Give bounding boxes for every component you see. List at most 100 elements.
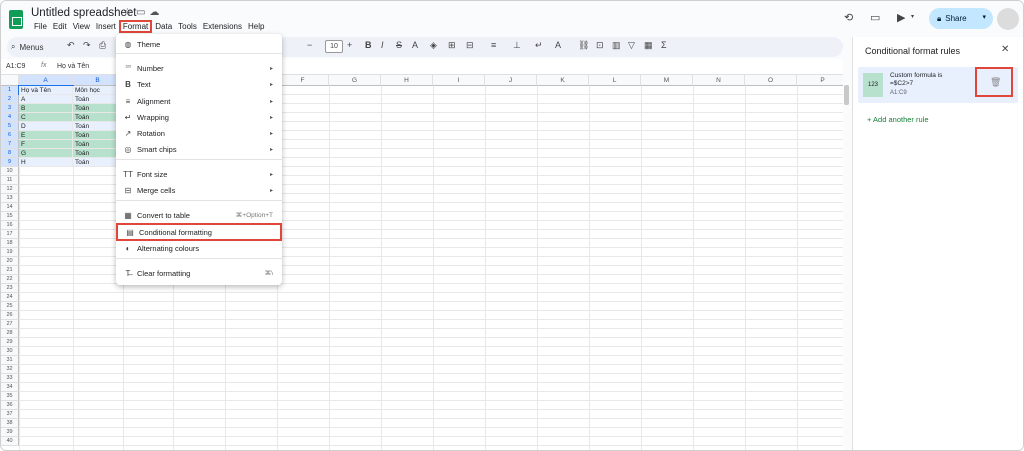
column-header-h[interactable]: H [381,75,433,86]
select-all-corner[interactable] [1,75,19,86]
share-dropdown-icon[interactable]: ▾ [982,13,986,21]
font-size-input[interactable]: 10 [325,40,343,53]
row-header-9[interactable]: 9 [1,158,19,167]
row-header-30[interactable]: 30 [1,347,19,356]
column-header-i[interactable]: I [433,75,485,86]
column-header-l[interactable]: L [589,75,641,86]
row-header-8[interactable]: 8 [1,149,19,158]
undo-icon[interactable]: ↶ [67,40,75,51]
row-header-11[interactable]: 11 [1,176,19,185]
fill-color-icon[interactable]: ◈ [430,40,437,51]
comment-icon[interactable]: ▭ [870,11,880,24]
menu-item-merge-cells[interactable]: ⊟ Merge cells ▸ [116,183,282,197]
strikethrough-icon[interactable]: S [396,40,402,50]
avatar[interactable] [997,8,1019,30]
row-header-26[interactable]: 26 [1,311,19,320]
row-header-36[interactable]: 36 [1,401,19,410]
cell-a1[interactable]: Họ và Tên [18,85,74,96]
column-header-f[interactable]: F [277,75,329,86]
column-header-g[interactable]: G [329,75,381,86]
column-header-k[interactable]: K [537,75,589,86]
column-header-o[interactable]: O [745,75,797,86]
row-header-17[interactable]: 17 [1,230,19,239]
text-rotation-icon[interactable]: A [555,40,561,50]
meet-dropdown-icon[interactable]: ▾ [911,13,914,20]
column-header-n[interactable]: N [693,75,745,86]
row-header-18[interactable]: 18 [1,239,19,248]
row-header-40[interactable]: 40 [1,437,19,446]
menu-item-alternating-colours[interactable]: ◐ Alternating colours [116,241,282,255]
column-header-a[interactable]: A [19,75,73,86]
row-header-37[interactable]: 37 [1,410,19,419]
row-header-5[interactable]: 5 [1,122,19,131]
borders-icon[interactable]: ⊞ [448,40,456,51]
cell-a7[interactable]: F [19,140,73,149]
row-header-19[interactable]: 19 [1,248,19,257]
menu-item-theme[interactable]: ◍ Theme [116,37,282,51]
row-header-15[interactable]: 15 [1,212,19,221]
merge-cells-icon[interactable]: ⊟ [466,40,474,51]
row-header-39[interactable]: 39 [1,428,19,437]
row-header-38[interactable]: 38 [1,419,19,428]
name-box[interactable]: A1:C9 [6,63,25,70]
sheets-logo-icon[interactable] [9,10,23,29]
menu-help[interactable]: Help [245,21,267,33]
history-icon[interactable]: ⟲ [844,11,853,24]
bold-icon[interactable]: B [365,40,372,50]
menu-tools[interactable]: Tools [175,21,200,33]
column-header-p[interactable]: P [797,75,843,86]
menu-item-number[interactable]: ¹²³ Number ▸ [116,61,282,75]
chart-icon[interactable]: ▥ [612,40,621,51]
italic-icon[interactable]: I [381,40,384,50]
row-header-20[interactable]: 20 [1,257,19,266]
filter-icon[interactable]: ▽ [628,40,635,51]
filter-views-icon[interactable]: ▦ [644,40,653,51]
menu-extensions[interactable]: Extensions [200,21,245,33]
row-header-7[interactable]: 7 [1,140,19,149]
row-header-35[interactable]: 35 [1,392,19,401]
row-header-6[interactable]: 6 [1,131,19,140]
row-header-24[interactable]: 24 [1,293,19,302]
font-size-increase-icon[interactable]: + [347,40,352,50]
doc-title[interactable]: Untitled spreadsheet [31,7,136,19]
cell-a2[interactable]: A [19,95,73,104]
cell-a5[interactable]: D [19,122,73,131]
menu-item-rotation[interactable]: ↗ Rotation ▸ [116,126,282,140]
cell-a3[interactable]: B [19,104,73,113]
folder-icon[interactable]: ▭ [136,7,149,18]
link-icon[interactable]: ⛓ [578,40,589,51]
cell-a4[interactable]: C [19,113,73,122]
vertical-align-icon[interactable]: ⊥ [513,40,521,51]
row-header-3[interactable]: 3 [1,104,19,113]
menu-item-smart-chips[interactable]: ◎ Smart chips ▸ [116,142,282,156]
row-header-4[interactable]: 4 [1,113,19,122]
horizontal-align-icon[interactable]: ≡ [491,40,496,50]
row-header-13[interactable]: 13 [1,194,19,203]
formula-input[interactable]: Họ và Tên [57,63,89,70]
cloud-icon[interactable]: ☁ [149,7,163,18]
text-color-icon[interactable]: A [412,40,418,50]
row-header-25[interactable]: 25 [1,302,19,311]
menu-view[interactable]: View [70,21,93,33]
cell-a8[interactable]: G [19,149,73,158]
print-icon[interactable]: ⎙ [99,40,106,51]
row-header-28[interactable]: 28 [1,329,19,338]
row-header-34[interactable]: 34 [1,383,19,392]
menu-file[interactable]: File [31,21,50,33]
menu-item-alignment[interactable]: ≡ Alignment ▸ [116,94,282,108]
redo-icon[interactable]: ↷ [83,40,91,51]
row-header-10[interactable]: 10 [1,167,19,176]
row-header-23[interactable]: 23 [1,284,19,293]
menu-item-text[interactable]: B Text ▸ [116,77,282,91]
font-size-decrease-icon[interactable]: − [307,40,312,50]
text-wrap-icon[interactable]: ↵ [535,40,543,51]
rule-card[interactable]: 123 Custom formula is =$C2>7 A1:C9 🗑︎ [858,67,1018,103]
row-header-1[interactable]: 1 [1,86,19,95]
row-header-31[interactable]: 31 [1,356,19,365]
column-header-m[interactable]: M [641,75,693,86]
add-another-rule-link[interactable]: + Add another rule [867,115,929,124]
row-header-14[interactable]: 14 [1,203,19,212]
menus-search[interactable]: ⌕ Menus [11,40,61,54]
row-header-22[interactable]: 22 [1,275,19,284]
row-header-16[interactable]: 16 [1,221,19,230]
